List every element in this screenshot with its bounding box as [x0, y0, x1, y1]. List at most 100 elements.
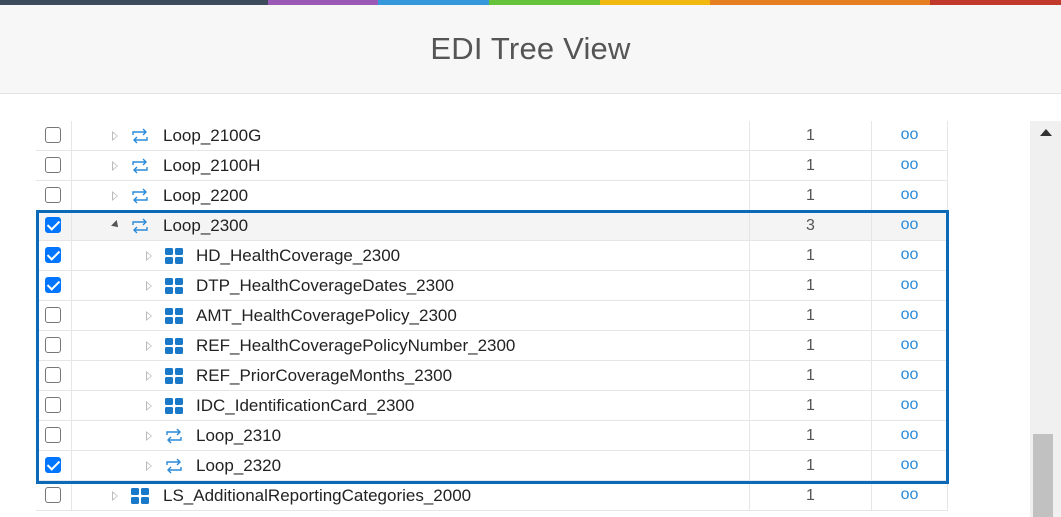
- node-label[interactable]: LS_AdditionalReportingCategories_2000: [163, 481, 471, 511]
- color-stripe: [600, 0, 710, 5]
- link-icon[interactable]: oo: [901, 396, 919, 413]
- top-color-bar: [0, 0, 1061, 5]
- checkbox-cell: [36, 211, 72, 241]
- segment-icon: [164, 247, 184, 265]
- checkbox-cell: [36, 331, 72, 361]
- node-label[interactable]: Loop_2100H: [163, 151, 260, 181]
- expand-arrow-icon[interactable]: [146, 251, 152, 261]
- loop-icon: [164, 457, 184, 475]
- row-checkbox[interactable]: [45, 457, 61, 473]
- loop-icon: [130, 217, 150, 235]
- node-label[interactable]: Loop_2100G: [163, 121, 261, 151]
- link-icon[interactable]: oo: [901, 366, 919, 383]
- node-label[interactable]: HD_HealthCoverage_2300: [196, 241, 400, 271]
- tree-row[interactable]: AMT_HealthCoveragePolicy_2300 1 oo: [36, 301, 948, 331]
- row-checkbox[interactable]: [45, 247, 61, 263]
- row-checkbox[interactable]: [45, 367, 61, 383]
- node-label[interactable]: Loop_2200: [163, 181, 248, 211]
- count-cell: 1: [750, 421, 872, 451]
- count-cell: 1: [750, 361, 872, 391]
- tree-row[interactable]: LS_AdditionalReportingCategories_2000 1 oo: [36, 481, 948, 511]
- link-icon[interactable]: oo: [901, 486, 919, 503]
- expand-arrow-icon[interactable]: [112, 161, 118, 171]
- expand-arrow-icon[interactable]: [146, 311, 152, 321]
- node-label[interactable]: Loop_2320: [196, 451, 281, 481]
- link-icon[interactable]: oo: [901, 156, 919, 173]
- tree-row[interactable]: IDC_IdentificationCard_2300 1 oo: [36, 391, 948, 421]
- loop-icon: [130, 187, 150, 205]
- checkbox-cell: [36, 301, 72, 331]
- expand-arrow-icon[interactable]: [112, 491, 118, 501]
- checkbox-cell: [36, 391, 72, 421]
- node-label[interactable]: AMT_HealthCoveragePolicy_2300: [196, 301, 457, 331]
- collapse-arrow-icon[interactable]: [111, 220, 121, 230]
- link-cell: oo: [872, 211, 948, 241]
- row-checkbox[interactable]: [45, 337, 61, 353]
- expand-arrow-icon[interactable]: [146, 431, 152, 441]
- name-cell: AMT_HealthCoveragePolicy_2300: [72, 301, 750, 331]
- expand-arrow-icon[interactable]: [146, 341, 152, 351]
- scroll-up-arrow-icon[interactable]: [1040, 129, 1052, 136]
- tree-row[interactable]: Loop_2100H 1 oo: [36, 151, 948, 181]
- link-icon[interactable]: oo: [901, 216, 919, 233]
- loop-icon: [130, 127, 150, 145]
- link-icon[interactable]: oo: [901, 426, 919, 443]
- link-icon[interactable]: oo: [901, 246, 919, 263]
- expand-arrow-icon[interactable]: [146, 401, 152, 411]
- row-checkbox[interactable]: [45, 397, 61, 413]
- page-header: EDI Tree View: [0, 5, 1061, 94]
- row-checkbox[interactable]: [45, 307, 61, 323]
- row-checkbox[interactable]: [45, 217, 61, 233]
- link-icon[interactable]: oo: [901, 126, 919, 143]
- expand-arrow-icon[interactable]: [146, 281, 152, 291]
- expand-arrow-icon[interactable]: [112, 191, 118, 201]
- tree-row[interactable]: HD_HealthCoverage_2300 1 oo: [36, 241, 948, 271]
- node-label[interactable]: Loop_2300: [163, 211, 248, 241]
- node-label[interactable]: REF_HealthCoveragePolicyNumber_2300: [196, 331, 515, 361]
- link-cell: oo: [872, 181, 948, 211]
- link-icon[interactable]: oo: [901, 186, 919, 203]
- tree-row[interactable]: Loop_2310 1 oo: [36, 421, 948, 451]
- name-cell: LS_AdditionalReportingCategories_2000: [72, 481, 750, 511]
- count-cell: 1: [750, 181, 872, 211]
- row-checkbox[interactable]: [45, 277, 61, 293]
- segment-icon: [164, 307, 184, 325]
- row-checkbox[interactable]: [45, 427, 61, 443]
- row-checkbox[interactable]: [45, 157, 61, 173]
- link-icon[interactable]: oo: [901, 276, 919, 293]
- tree-row[interactable]: REF_HealthCoveragePolicyNumber_2300 1 oo: [36, 331, 948, 361]
- segment-icon: [130, 487, 150, 505]
- color-stripe: [0, 0, 268, 5]
- tree-row[interactable]: Loop_2320 1 oo: [36, 451, 948, 481]
- link-icon[interactable]: oo: [901, 306, 919, 323]
- node-label[interactable]: REF_PriorCoverageMonths_2300: [196, 361, 452, 391]
- row-checkbox[interactable]: [45, 187, 61, 203]
- tree-row[interactable]: Loop_2100G 1 oo: [36, 121, 948, 151]
- node-label[interactable]: DTP_HealthCoverageDates_2300: [196, 271, 454, 301]
- link-icon[interactable]: oo: [901, 456, 919, 473]
- row-checkbox[interactable]: [45, 487, 61, 503]
- link-cell: oo: [872, 391, 948, 421]
- scroll-thumb[interactable]: [1033, 434, 1053, 517]
- tree-row[interactable]: Loop_2300 3 oo: [36, 211, 948, 241]
- name-cell: Loop_2100H: [72, 151, 750, 181]
- segment-icon: [164, 397, 184, 415]
- link-icon[interactable]: oo: [901, 336, 919, 353]
- expand-arrow-icon[interactable]: [146, 371, 152, 381]
- tree-row[interactable]: DTP_HealthCoverageDates_2300 1 oo: [36, 271, 948, 301]
- expand-arrow-icon[interactable]: [112, 131, 118, 141]
- name-cell: REF_PriorCoverageMonths_2300: [72, 361, 750, 391]
- node-label[interactable]: IDC_IdentificationCard_2300: [196, 391, 414, 421]
- node-label[interactable]: Loop_2310: [196, 421, 281, 451]
- row-checkbox[interactable]: [45, 127, 61, 143]
- tree-row[interactable]: REF_PriorCoverageMonths_2300 1 oo: [36, 361, 948, 391]
- name-cell: Loop_2310: [72, 421, 750, 451]
- color-stripe: [268, 0, 378, 5]
- vertical-scrollbar[interactable]: [1030, 121, 1061, 517]
- count-cell: 1: [750, 241, 872, 271]
- tree-grid: Loop_2100G 1 oo Loop_2100H 1 oo Loop_2200 1 oo Lo…: [0, 121, 1030, 517]
- checkbox-cell: [36, 451, 72, 481]
- count-cell: 3: [750, 211, 872, 241]
- tree-row[interactable]: Loop_2200 1 oo: [36, 181, 948, 211]
- expand-arrow-icon[interactable]: [146, 461, 152, 471]
